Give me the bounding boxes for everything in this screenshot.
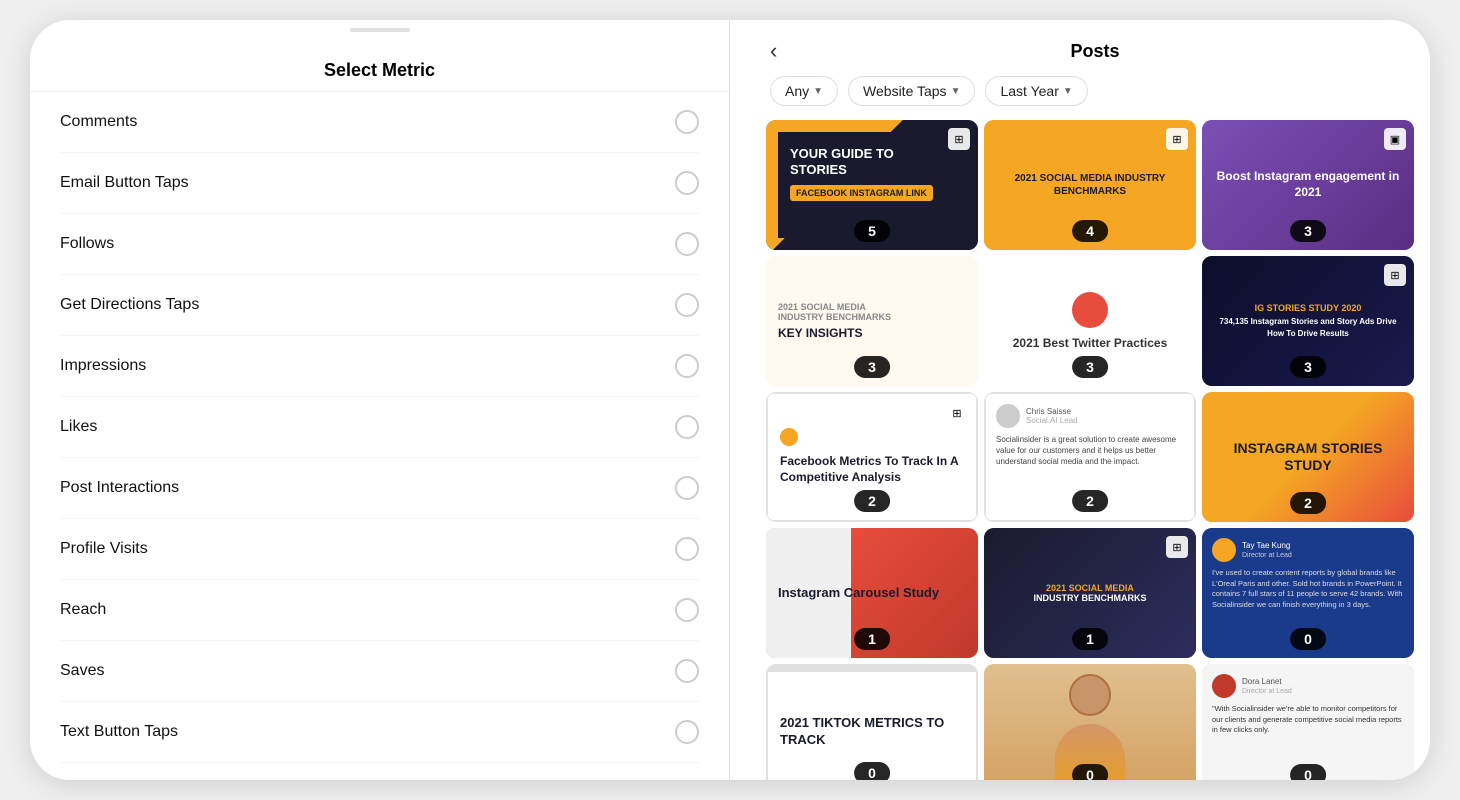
chevron-down-icon: ▼	[813, 86, 823, 97]
avatar	[1212, 674, 1236, 698]
post-card-10[interactable]: Instagram Carousel Study 1	[766, 528, 978, 658]
top-bar	[768, 666, 976, 672]
chevron-down-icon: ▼	[951, 86, 961, 97]
radio-text-button-taps[interactable]	[675, 720, 699, 744]
metric-item-likes[interactable]: Likes	[60, 397, 699, 458]
post-6-title: IG STORIES STUDY 2020734,135 Instagram S…	[1210, 302, 1406, 340]
select-metric-title: Select Metric	[30, 40, 729, 92]
metric-item-reach[interactable]: Reach	[60, 580, 699, 641]
metric-item-impressions[interactable]: Impressions	[60, 336, 699, 397]
post-3-badge: 3	[1290, 220, 1326, 242]
post-13-badge: 0	[854, 762, 890, 780]
post-card-13[interactable]: 2021 TIKTOK METRICS TO TRACK 0	[766, 664, 978, 780]
chevron-down-icon: ▼	[1063, 86, 1073, 97]
post-card-2[interactable]: 2021 SOCIAL MEDIA INDUSTRY BENCHMARKS ⊞ …	[984, 120, 1196, 250]
avatar	[996, 404, 1020, 428]
post-12-badge: 0	[1290, 628, 1326, 650]
radio-reach[interactable]	[675, 598, 699, 622]
radio-post-interactions[interactable]	[675, 476, 699, 500]
radio-profile-visits[interactable]	[675, 537, 699, 561]
post-card-9[interactable]: INSTAGRAM STORIES STUDY 2	[1202, 392, 1414, 522]
post-card-15[interactable]: Dora LanetDirector at Lead "With Sociali…	[1202, 664, 1414, 780]
metric-item-text-button-taps[interactable]: Text Button Taps	[60, 702, 699, 763]
filter-bar: Any ▼ Website Taps ▼ Last Year ▼	[750, 76, 1430, 120]
metric-item-saves[interactable]: Saves	[60, 641, 699, 702]
top-divider	[350, 28, 410, 32]
dot-decoration	[780, 428, 798, 446]
metric-item-profile-visits[interactable]: Profile Visits	[60, 519, 699, 580]
avatar	[1212, 538, 1236, 562]
posts-grid: YOUR GUIDE TO STORIES FACEBOOK INSTAGRAM…	[750, 120, 1430, 780]
post-1-badge: 5	[854, 220, 890, 242]
post-15-badge: 0	[1290, 764, 1326, 780]
radio-follows[interactable]	[675, 232, 699, 256]
radio-impressions[interactable]	[675, 354, 699, 378]
metric-item-post-interactions[interactable]: Post Interactions	[60, 458, 699, 519]
post-11-badge: 1	[1072, 628, 1108, 650]
posts-header: ‹ Posts	[750, 20, 1430, 76]
post-8-text: Socialinsider is a great solution to cre…	[996, 434, 1184, 468]
metric-item-email-button-taps[interactable]: Email Button Taps	[60, 153, 699, 214]
website-taps-filter-button[interactable]: Website Taps ▼	[848, 76, 975, 106]
post-4-title: KEY INSIGHTS	[778, 326, 862, 340]
post-card-12[interactable]: Tay Tae KungDirector at Lead I've used t…	[1202, 528, 1414, 658]
post-10-badge: 1	[854, 628, 890, 650]
post-9-title: INSTAGRAM STORIES STUDY	[1212, 440, 1404, 474]
post-card-7[interactable]: Facebook Metrics To Track In A Competiti…	[766, 392, 978, 522]
metric-item-get-directions-taps[interactable]: Get Directions Taps	[60, 275, 699, 336]
post-card-8[interactable]: Chris SaisseSocial.AI Lead Socialinsider…	[984, 392, 1196, 522]
carousel-icon: ⊞	[1384, 264, 1406, 286]
carousel-icon: ⊞	[948, 128, 970, 150]
post-1-title: YOUR GUIDE TO STORIES	[790, 146, 954, 177]
post-11-title: 2021 SOCIAL MEDIAINDUSTRY BENCHMARKS	[1033, 583, 1146, 603]
post-2-title: 2021 SOCIAL MEDIA INDUSTRY BENCHMARKS	[994, 172, 1186, 198]
carousel-icon: ⊞	[946, 402, 968, 424]
radio-likes[interactable]	[675, 415, 699, 439]
post-card-1[interactable]: YOUR GUIDE TO STORIES FACEBOOK INSTAGRAM…	[766, 120, 978, 250]
post-6-badge: 3	[1290, 356, 1326, 378]
metric-item-video-views[interactable]: Video Views	[60, 763, 699, 780]
any-filter-button[interactable]: Any ▼	[770, 76, 838, 106]
carousel-icon: ⊞	[1166, 536, 1188, 558]
post-card-11[interactable]: 2021 SOCIAL MEDIAINDUSTRY BENCHMARKS ⊞ 1	[984, 528, 1196, 658]
radio-saves[interactable]	[675, 659, 699, 683]
metric-select-panel: Select Metric Comments Email Button Taps…	[30, 20, 730, 780]
post-9-badge: 2	[1290, 492, 1326, 514]
post-12-text: I've used to create content reports by g…	[1212, 568, 1404, 610]
circle-decoration	[1072, 292, 1108, 328]
post-1-subtitle: FACEBOOK INSTAGRAM LINK	[790, 185, 933, 201]
post-8-badge: 2	[1072, 490, 1108, 512]
post-3-title: Boost Instagram engagement in 2021	[1212, 169, 1404, 200]
face	[1069, 674, 1111, 716]
post-15-text: "With Socialinsider we're able to monito…	[1212, 704, 1404, 736]
post-7-title: Facebook Metrics To Track In A Competiti…	[780, 454, 964, 485]
posts-title: Posts	[810, 41, 1380, 62]
post-5-title: 2021 Best Twitter Practices	[1013, 336, 1168, 350]
post-card-4[interactable]: 2021 SOCIAL MEDIAINDUSTRY BENCHMARKS KEY…	[766, 256, 978, 386]
radio-get-directions-taps[interactable]	[675, 293, 699, 317]
radio-email-button-taps[interactable]	[675, 171, 699, 195]
post-card-5[interactable]: 2021 Best Twitter Practices 3	[984, 256, 1196, 386]
post-13-title: 2021 TIKTOK METRICS TO TRACK	[780, 715, 964, 749]
back-button[interactable]: ‹	[770, 38, 800, 64]
post-7-badge: 2	[854, 490, 890, 512]
single-icon: ▣	[1384, 128, 1406, 150]
post-4-badge: 3	[854, 356, 890, 378]
metric-item-follows[interactable]: Follows	[60, 214, 699, 275]
post-2-badge: 4	[1072, 220, 1108, 242]
post-card-14[interactable]: 0	[984, 664, 1196, 780]
metrics-list: Comments Email Button Taps Follows Get D…	[30, 92, 729, 780]
last-year-filter-button[interactable]: Last Year ▼	[985, 76, 1087, 106]
post-5-badge: 3	[1072, 356, 1108, 378]
post-14-badge: 0	[1072, 764, 1108, 780]
post-10-title: Instagram Carousel Study	[778, 585, 966, 602]
metric-item-comments[interactable]: Comments	[60, 92, 699, 153]
posts-panel: ‹ Posts Any ▼ Website Taps ▼ Last Year ▼	[750, 20, 1430, 780]
post-card-3[interactable]: Boost Instagram engagement in 2021 ▣ 3	[1202, 120, 1414, 250]
radio-comments[interactable]	[675, 110, 699, 134]
post-card-6[interactable]: IG STORIES STUDY 2020734,135 Instagram S…	[1202, 256, 1414, 386]
carousel-icon: ⊞	[1166, 128, 1188, 150]
